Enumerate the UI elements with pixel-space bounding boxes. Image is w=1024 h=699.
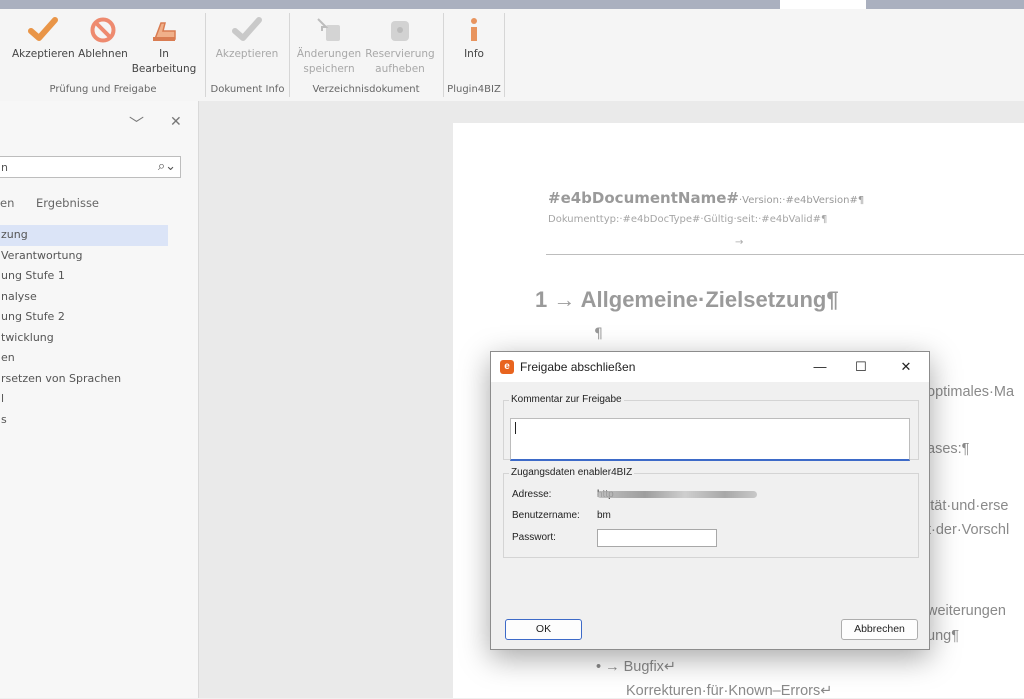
reservierung-label1: Reservierung (365, 48, 435, 60)
nav-search-text: n (1, 161, 8, 174)
password-input[interactable] (597, 529, 717, 547)
reservierung-label2: aufheben (375, 63, 425, 75)
group-label-plugin: Plugin4BIZ (447, 84, 501, 95)
in-bearbeitung-button[interactable]: In Bearbeitung (131, 11, 197, 77)
nav-item[interactable]: en (0, 348, 198, 369)
title-strip (0, 0, 1024, 9)
username-label: Benutzername: (512, 510, 580, 521)
dialog-title: Freigabe abschließen (520, 360, 636, 374)
nav-heading-list: zung Verantwortung ung Stufe 1 nalyse un… (0, 225, 198, 430)
address-label: Adresse: (512, 489, 552, 500)
nav-search-input[interactable]: n ⌕⌄ (0, 156, 181, 178)
doc-text-fragment: • → Bugfix↵ (596, 659, 677, 675)
ribbon: Akzeptieren Ablehnen In Bearbeitung Prüf… (0, 9, 1024, 102)
freigabe-dialog: e Freigabe abschließen — ☐ ✕ Kommentar z… (490, 351, 930, 650)
info-icon (471, 18, 477, 41)
tab-headings[interactable]: en (0, 196, 14, 210)
no-entry-icon (90, 17, 116, 43)
in-bearbeitung-label2: Bearbeitung (131, 63, 197, 75)
maximize-button[interactable]: ☐ (845, 355, 877, 379)
doc-text-fragment: optimales·Ma (927, 384, 1015, 400)
doc-header-line1: #e4bDocumentName#·Version:·#e4bVersion#¶ (548, 188, 864, 207)
akzeptieren-label: Akzeptieren (12, 48, 75, 60)
doc-text-fragment: Korrekturen·für·Known–Errors↵ (626, 683, 833, 699)
doc-text-fragment: ität·und·erse (927, 498, 1009, 514)
akzeptieren-button[interactable]: Akzeptieren (12, 11, 75, 62)
doc-header-rule (546, 254, 1024, 255)
nav-item[interactable]: Verantwortung (0, 246, 198, 267)
comment-group-label: Kommentar zur Freigabe (509, 394, 624, 405)
reservierung-aufheben-button[interactable]: Reservierung aufheben (364, 11, 436, 77)
search-icon[interactable]: ⌕⌄ (158, 159, 176, 174)
navigation-pane: ﹀ ✕ n ⌕⌄ en Ergebnisse zung Verantwortun… (0, 101, 199, 698)
doc-text-fragment: weiterungen (927, 603, 1006, 619)
nav-item[interactable]: zung (0, 225, 168, 246)
info-button[interactable]: Info (452, 11, 496, 62)
doc-text-fragment: ung¶ (927, 628, 959, 644)
aenderungen-speichern-button[interactable]: Änderungen speichern (296, 11, 362, 77)
doc-heading: 1 → Allgemeine·Zielsetzung¶ (535, 287, 839, 312)
group-label-pruefung: Prüfung und Freigabe (49, 84, 157, 95)
nav-item[interactable]: twicklung (0, 328, 198, 349)
nav-item[interactable]: ung Stufe 2 (0, 307, 198, 328)
nav-item[interactable]: ung Stufe 1 (0, 266, 198, 287)
akzeptieren-disabled-label: Akzeptieren (215, 48, 279, 60)
group-separator (504, 13, 505, 97)
info-label: Info (464, 48, 484, 60)
group-label-verzeichnis: Verzeichnisdokument (312, 84, 420, 95)
dialog-titlebar[interactable]: e Freigabe abschließen — ☐ ✕ (491, 352, 929, 382)
app-icon: e (500, 360, 514, 374)
username-value: bm (597, 510, 611, 521)
doc-text-fragment: t·der·Vorschl (927, 522, 1010, 538)
unlock-icon (391, 21, 409, 41)
title-strip-bar (0, 0, 780, 9)
aenderungen-label2: speichern (303, 63, 355, 75)
nav-item[interactable]: l (0, 389, 198, 410)
edit-hand-icon (153, 22, 176, 41)
text-caret (515, 422, 516, 434)
ablehnen-button[interactable]: Ablehnen (76, 11, 130, 62)
save-changes-icon (317, 18, 340, 41)
doc-header-arrow: → (735, 237, 744, 248)
abbrechen-button[interactable]: Abbrechen (841, 619, 918, 640)
check-icon (28, 17, 58, 41)
nav-item[interactable]: nalyse (0, 287, 198, 308)
title-strip-bar-right (866, 0, 1024, 9)
doc-header-name: #e4bDocumentName# (548, 189, 739, 207)
group-label-dokument-info: Dokument Info (210, 84, 285, 95)
comment-group: Kommentar zur Freigabe (503, 394, 919, 461)
aenderungen-label1: Änderungen (296, 48, 362, 60)
check-icon (232, 17, 262, 41)
in-bearbeitung-label1: In (159, 48, 169, 60)
password-label: Passwort: (512, 532, 556, 543)
close-icon[interactable]: ✕ (170, 114, 182, 130)
ok-button[interactable]: OK (505, 619, 582, 640)
doc-header-version: ·Version:·#e4bVersion#¶ (738, 195, 865, 206)
doc-header-line2: Dokumenttyp:·#e4bDocType#·Gültig·seit:·#… (548, 214, 828, 225)
address-value-redacted (597, 491, 757, 498)
minimize-button[interactable]: — (804, 355, 836, 379)
tab-ergebnisse[interactable]: Ergebnisse (36, 196, 99, 210)
access-group-label: Zugangsdaten enabler4BIZ (509, 467, 635, 478)
akzeptieren-disabled-button[interactable]: Akzeptieren (212, 11, 282, 62)
doc-text-fragment: ases:¶ (927, 441, 970, 457)
close-button[interactable]: ✕ (890, 355, 922, 379)
doc-pilcrow: ¶ (594, 326, 603, 342)
nav-item[interactable]: rsetzen von Sprachen (0, 369, 198, 390)
comment-input[interactable] (510, 418, 910, 461)
chevron-down-icon[interactable]: ﹀ (129, 113, 144, 134)
nav-item[interactable]: s (0, 410, 198, 431)
ablehnen-label: Ablehnen (78, 48, 128, 60)
